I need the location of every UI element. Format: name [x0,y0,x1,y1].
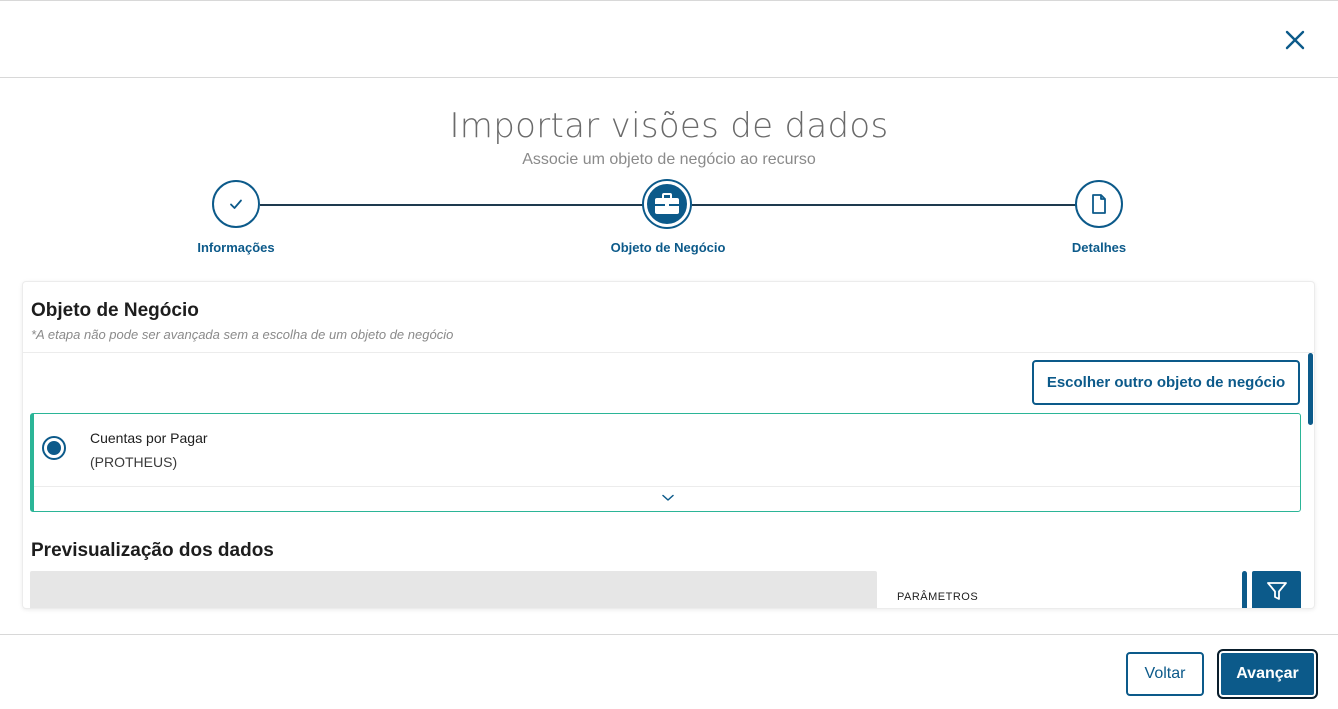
document-icon [1092,194,1106,214]
section-divider [23,352,1314,353]
stepper-line-2 [692,204,1076,206]
option-source: (PROTHEUS) [90,454,178,470]
close-button[interactable] [1282,27,1308,53]
filter-icon [1266,582,1287,600]
step-informacoes[interactable] [212,180,260,228]
next-button[interactable]: Avançar [1217,649,1318,699]
chevron-down-icon [662,494,674,501]
section-title-business-object: Objeto de Negócio [31,300,199,321]
business-object-option[interactable]: Cuentas por Pagar (PROTHEUS) [30,413,1301,512]
page-title: Importar visões de dados [449,106,889,146]
page-subtitle: Associe um objeto de negócio ao recurso [522,151,816,168]
params-scrollbar[interactable] [1242,571,1247,608]
stepper-line-1 [260,204,644,206]
stepper: Informações Objeto de Negócio Detalhes [0,180,1338,260]
modal-footer: Voltar Avançar [0,634,1338,709]
step-label-detalhes: Detalhes [1071,240,1127,255]
section-title-preview: Previsualização dos dados [31,540,274,561]
business-object-card: Objeto de Negócio *A etapa não pode ser … [22,281,1315,609]
filter-button[interactable] [1252,571,1301,608]
preview-area [30,571,877,608]
modal-header-bar [0,0,1338,78]
step-label-informacoes: Informações [197,240,275,255]
page-header: Importar visões de dados Associe um obje… [0,104,1338,170]
expand-button[interactable] [658,490,678,506]
step-detalhes[interactable] [1075,180,1123,228]
step-objeto-de-negocio[interactable] [644,181,690,227]
radio-dot [47,441,61,455]
check-icon [230,199,242,209]
step-label-objeto-de-negocio: Objeto de Negócio [610,240,726,255]
option-divider [34,486,1300,487]
params-label: PARÂMETROS [897,591,979,603]
option-name: Cuentas por Pagar [90,430,208,446]
radio-selected[interactable] [42,436,66,460]
choose-other-object-button[interactable]: Escolher outro objeto de negócio [1032,360,1300,405]
back-button[interactable]: Voltar [1126,652,1204,696]
section-hint: *A etapa não pode ser avançada sem a esc… [31,327,454,342]
scrollbar-thumb[interactable] [1308,353,1313,425]
close-icon [1285,30,1305,50]
briefcase-icon [655,193,679,214]
